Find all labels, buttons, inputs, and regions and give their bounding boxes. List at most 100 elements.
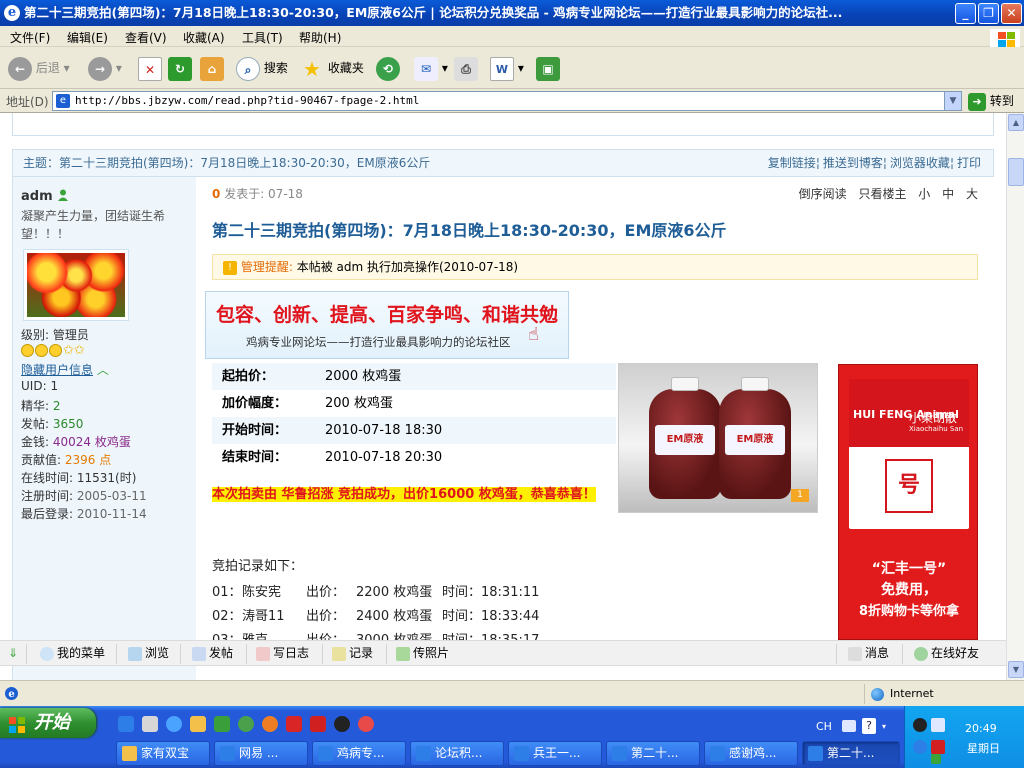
- top-strip: [12, 113, 994, 136]
- quicklaunch-media-icon[interactable]: [214, 716, 230, 732]
- refresh-button[interactable]: ↻: [168, 54, 192, 82]
- font-large-link[interactable]: 大: [966, 187, 978, 201]
- history-button[interactable]: ⟲: [376, 54, 400, 82]
- start-button[interactable]: 开始: [0, 708, 96, 738]
- quicklaunch-folder-icon[interactable]: [190, 716, 206, 732]
- online-friends-button[interactable]: 在线好友: [914, 641, 979, 666]
- advertisement-banner[interactable]: HUI FENG Animal 小柴胡散 Xiaochaihu San 号 “汇…: [838, 364, 978, 640]
- task-button[interactable]: 鸡病专...: [312, 741, 406, 766]
- quicklaunch-player-icon[interactable]: [358, 716, 374, 732]
- hidden-user-info-toggle[interactable]: 隐藏用户信息 ︿: [21, 361, 109, 378]
- task-button[interactable]: 兵王一...: [508, 741, 602, 766]
- scroll-down-arrow[interactable]: ▼: [1008, 661, 1024, 678]
- task-button[interactable]: 论坛积...: [410, 741, 504, 766]
- messages-button[interactable]: 消息: [848, 641, 889, 666]
- write-blog-button[interactable]: 写日志: [256, 641, 309, 666]
- auction-info: 起拍价： 2000 枚鸡蛋 加价幅度： 200 枚鸡蛋 开始时间： 2010-07-1…: [212, 363, 616, 471]
- quicklaunch-desktop-icon[interactable]: [142, 716, 158, 732]
- quicklaunch-firefox-icon[interactable]: [262, 716, 278, 732]
- browser-toolbar: ← 后退 ▾ → ▾ ✕ ↻ ⌂ ⌕ 搜索 ★ 收藏夹 ⟲ ✉ ▾ ⎙ W ▾ …: [0, 47, 1024, 89]
- window-title-bar[interactable]: e 第二十三期竞拍(第四场)：7月18日晚上18:30-20:30，EM原液6公…: [0, 0, 1024, 26]
- thread-topic: 主题：第二十三期竞拍(第四场)：7月18日晚上18:30-20:30，EM原液6…: [23, 156, 431, 170]
- image-icon: ▣: [536, 56, 560, 81]
- push-to-blog-link[interactable]: 推送到博客: [823, 156, 883, 170]
- quicklaunch-qq-icon[interactable]: [334, 716, 350, 732]
- quicklaunch-search-icon[interactable]: [166, 716, 182, 732]
- forum-banner-image: 包容、创新、提高、百家争鸣、和谐共勉 鸡病专业网论坛——打造行业最具影响力的论坛…: [205, 291, 569, 359]
- network-tray-icon[interactable]: [931, 718, 945, 732]
- stop-button[interactable]: ✕: [138, 54, 162, 82]
- address-input[interactable]: e http://bbs.jbzyw.com/read.php?tid-9046…: [52, 91, 962, 111]
- record-button[interactable]: 记录: [332, 641, 373, 666]
- search-icon: ⌕: [236, 56, 260, 81]
- clock-time[interactable]: 20:49: [965, 722, 997, 735]
- menu-icon: [40, 646, 54, 661]
- status-bar: e Internet: [0, 680, 1024, 706]
- browser-favorite-link[interactable]: 浏览器收藏: [890, 156, 950, 170]
- messenger-button[interactable]: ▣: [536, 54, 560, 82]
- menu-tools[interactable]: 工具(T): [242, 29, 283, 46]
- menu-view[interactable]: 查看(V): [125, 29, 167, 46]
- status-tray-icon[interactable]: [931, 754, 941, 764]
- expand-tray-icon[interactable]: [913, 740, 927, 754]
- forward-arrow-icon: →: [88, 56, 112, 81]
- language-bar[interactable]: CH ? ▾: [814, 716, 904, 738]
- admin-notice: ! 管理提醒: 本帖被 adm 执行加亮操作(2010-07-18): [212, 254, 978, 280]
- scroll-thumb[interactable]: [1008, 158, 1024, 186]
- task-button[interactable]: 第二十...: [606, 741, 700, 766]
- product-photo[interactable]: EM原液 EM原液 1: [618, 363, 818, 513]
- scroll-up-arrow[interactable]: ▲: [1008, 114, 1024, 131]
- avatar[interactable]: [23, 249, 129, 321]
- history-icon: ⟲: [376, 56, 400, 81]
- task-button[interactable]: 网易 ...: [214, 741, 308, 766]
- browse-button[interactable]: 浏览: [128, 641, 169, 666]
- quicklaunch-ie-icon[interactable]: [118, 716, 134, 732]
- print-link[interactable]: 打印: [957, 156, 981, 170]
- qq-tray-icon[interactable]: [913, 718, 927, 732]
- username[interactable]: adm: [21, 189, 53, 204]
- star-icon: ★: [303, 56, 321, 81]
- refresh-icon: ↻: [168, 56, 192, 81]
- back-button[interactable]: ← 后退 ▾: [8, 54, 70, 82]
- print-button[interactable]: ⎙: [454, 54, 478, 82]
- menu-favorites[interactable]: 收藏(A): [183, 29, 225, 46]
- author-only-link[interactable]: 只看楼主: [858, 187, 906, 201]
- menu-edit[interactable]: 编辑(E): [67, 29, 108, 46]
- task-button[interactable]: 家有双宝: [116, 741, 210, 766]
- quicklaunch-video-icon[interactable]: [310, 716, 326, 732]
- forward-button[interactable]: → ▾: [88, 54, 122, 82]
- em-bottle-image: EM原液: [649, 377, 721, 499]
- minimize-button[interactable]: _: [955, 3, 976, 24]
- edit-button[interactable]: W ▾: [490, 54, 524, 82]
- vertical-scrollbar[interactable]: ▲ ▼: [1006, 113, 1024, 680]
- quicklaunch-globe-icon[interactable]: [238, 716, 254, 732]
- task-button[interactable]: 感谢鸡...: [704, 741, 798, 766]
- reverse-order-link[interactable]: 倒序阅读: [799, 187, 847, 201]
- my-menu-button[interactable]: 我的菜单: [40, 641, 105, 666]
- home-button[interactable]: ⌂: [200, 54, 224, 82]
- close-button[interactable]: ✕: [1001, 3, 1022, 24]
- address-dropdown[interactable]: ▼: [944, 92, 961, 110]
- online-status-icon: [57, 189, 69, 201]
- thread-links: 复制链接¦ 推送到博客¦ 浏览器收藏¦ 打印: [767, 156, 981, 170]
- friends-icon: [914, 646, 928, 661]
- mail-icon: ✉: [414, 56, 438, 81]
- upload-photo-button[interactable]: 传照片: [396, 641, 449, 666]
- menu-help[interactable]: 帮助(H): [299, 29, 341, 46]
- quicklaunch-app-icon[interactable]: [286, 716, 302, 732]
- back-arrow-icon: ←: [8, 56, 32, 81]
- maximize-button[interactable]: ❐: [978, 3, 999, 24]
- search-button[interactable]: ⌕ 搜索: [236, 54, 288, 82]
- post-button[interactable]: 发帖: [192, 641, 233, 666]
- mail-button[interactable]: ✉ ▾: [414, 54, 448, 82]
- security-shield-icon[interactable]: [931, 740, 945, 754]
- font-medium-link[interactable]: 中: [942, 187, 954, 201]
- favorites-button[interactable]: ★ 收藏夹: [300, 54, 364, 82]
- pin-icon[interactable]: ⇓: [8, 641, 18, 666]
- copy-link[interactable]: 复制链接: [768, 156, 816, 170]
- record-icon: [332, 646, 346, 661]
- task-button-active[interactable]: 第二十...: [802, 741, 900, 766]
- menu-file[interactable]: 文件(F): [10, 29, 50, 46]
- go-button[interactable]: ➜ 转到: [968, 91, 1014, 111]
- font-small-link[interactable]: 小: [918, 187, 930, 201]
